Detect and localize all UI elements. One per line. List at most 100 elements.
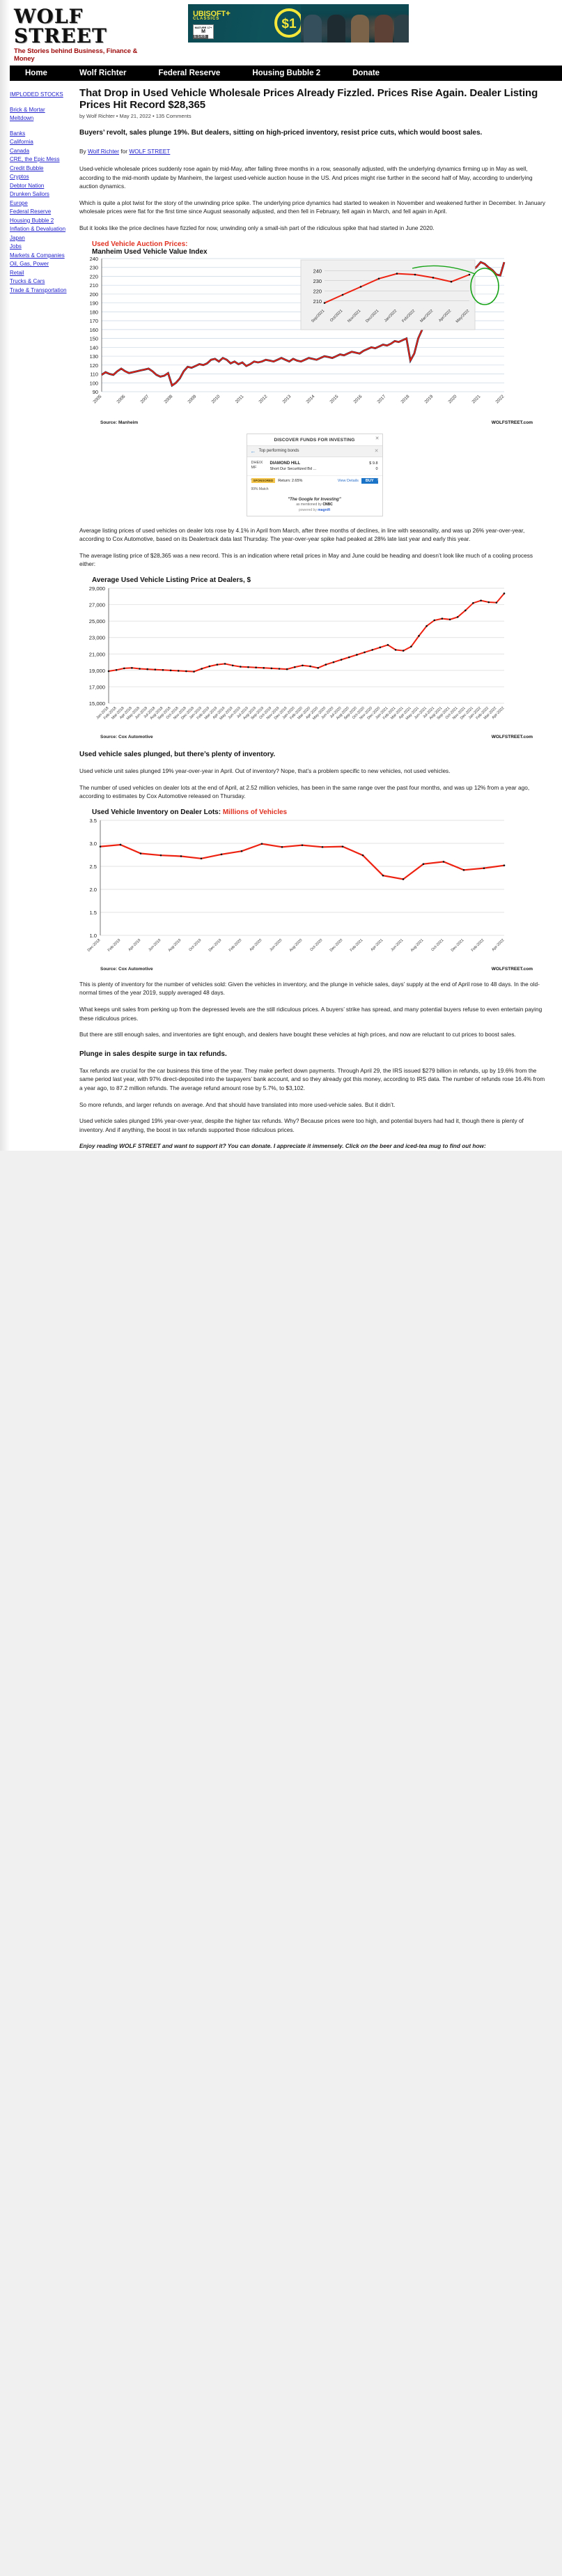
chart2-source: Source: Cox Automotive <box>100 735 153 740</box>
sidebar-item-cryptos[interactable]: Cryptos <box>10 173 70 182</box>
author-link[interactable]: Wolf Richter <box>88 148 119 155</box>
nav-item-home[interactable]: Home <box>25 69 47 77</box>
promo-filter-clear-icon[interactable]: ✕ <box>375 448 379 454</box>
promo-filter-row[interactable]: ← Top performing bonds ✕ <box>247 445 382 457</box>
promo-fund-ticker: DHEIX MF <box>251 461 267 470</box>
svg-text:2.0: 2.0 <box>89 887 97 893</box>
svg-text:150: 150 <box>90 335 98 342</box>
svg-text:210: 210 <box>90 282 98 289</box>
ad-banner[interactable]: UBISOFT+ CLASSICS MATURE 17+ M ESRB $1 <box>188 4 409 43</box>
sidebar-item-credit-bubble[interactable]: Credit Bubble <box>10 164 70 174</box>
promo-ticker-code: DHEIX <box>251 460 263 465</box>
nav-item-federal-reserve[interactable]: Federal Reserve <box>158 69 220 77</box>
article-paragraph: But there are still enough sales, and in… <box>79 1031 516 1038</box>
promo-return-label: Return: 2.65% <box>278 478 303 483</box>
article-paragraph: Tax refunds are crucial for the car busi… <box>79 1066 545 1091</box>
promo-powered-by: powered by magnifi <box>247 508 382 516</box>
promo-cnbc-logo: CNBC <box>322 502 333 507</box>
sidebar-item-markets-companies[interactable]: Markets & Companies <box>10 252 70 261</box>
article-paragraph: What keeps unit sales from perking up fr… <box>79 1006 543 1022</box>
sidebar-item-cre-the-epic-mess[interactable]: CRE, the Epic Mess <box>10 155 70 164</box>
article-paragraph: But it looks like the price declines hav… <box>79 224 435 232</box>
sidebar-item-banks[interactable]: Banks <box>10 130 70 139</box>
ad-price-badge: $1 <box>274 8 304 38</box>
nav-item-housing-bubble-2[interactable]: Housing Bubble 2 <box>252 69 320 77</box>
svg-text:2013: 2013 <box>281 394 292 404</box>
svg-text:23,000: 23,000 <box>89 635 105 641</box>
svg-text:19,000: 19,000 <box>89 668 105 674</box>
sidebar-item-federal-reserve[interactable]: Federal Reserve <box>10 208 70 217</box>
article-subheading: Plunge in sales despite surge in tax ref… <box>79 1050 227 1058</box>
sidebar-item-debtor-nation[interactable]: Debtor Nation <box>10 182 70 191</box>
svg-text:130: 130 <box>90 353 98 360</box>
svg-text:2019: 2019 <box>423 394 434 404</box>
promo-magnifi-logo: magnifi <box>318 507 331 512</box>
chart-avg-listing-price: Average Used Vehicle Listing Price at De… <box>79 576 549 739</box>
svg-text:Oct-2021: Oct-2021 <box>430 938 444 952</box>
article-paragraph: Which is quite a plot twist for the stor… <box>79 199 546 215</box>
sidebar-item-california[interactable]: California <box>10 138 70 147</box>
promo-attribution-prefix: as mentioned by <box>296 502 323 507</box>
article-paragraph: The number of used vehicles on dealer lo… <box>79 783 530 800</box>
sidebar-item-trucks-cars[interactable]: Trucks & Cars <box>10 277 70 286</box>
promo-price-sub: 0 <box>375 466 378 471</box>
svg-text:230: 230 <box>90 264 98 270</box>
ad-artwork <box>301 4 409 43</box>
promo-buy-button[interactable]: BUY <box>361 477 378 484</box>
svg-text:2007: 2007 <box>139 394 150 404</box>
sidebar-item-canada[interactable]: Canada <box>10 147 70 156</box>
back-arrow-icon[interactable]: ← <box>251 448 256 454</box>
site-brand[interactable]: WOLF STREET The Stories behind Business,… <box>10 4 149 63</box>
article-deck: Buyers’ revolt, sales plunge 19%. But de… <box>79 129 483 137</box>
svg-text:2018: 2018 <box>400 394 410 404</box>
nav-item-donate[interactable]: Donate <box>352 69 380 77</box>
promo-view-details-link[interactable]: View Details <box>338 479 359 483</box>
chart1-footer: Source: Manheim WOLFSTREET.com <box>79 420 549 425</box>
sidebar-item-meltdown[interactable]: Meltdown <box>10 114 70 123</box>
promo-close-icon[interactable]: ✕ <box>375 436 380 441</box>
svg-text:Dec-2018: Dec-2018 <box>87 938 102 953</box>
sidebar-item-jobs[interactable]: Jobs <box>10 243 70 252</box>
ad-rating-letter: M <box>201 29 205 34</box>
svg-text:120: 120 <box>90 362 98 368</box>
promo-prev-icon[interactable]: ‹ <box>251 476 253 482</box>
svg-text:2.5: 2.5 <box>89 864 97 870</box>
sidebar-item-japan[interactable]: Japan <box>10 234 70 243</box>
page-columns: IMPLODED STOCKS Brick & Mortar Meltdown … <box>10 81 562 1151</box>
ad-esrb-tag: ESRB <box>193 35 208 39</box>
sidebar-item-imploded-stocks[interactable]: IMPLODED STOCKS <box>10 91 70 100</box>
sidebar-item-oil-gas-power[interactable]: Oil, Gas, Power <box>10 260 70 269</box>
sidebar-item-europe[interactable]: Europe <box>10 199 70 208</box>
svg-text:1.0: 1.0 <box>89 933 97 939</box>
sidebar-item-retail[interactable]: Retail <box>10 269 70 278</box>
svg-text:Feb-2021: Feb-2021 <box>350 938 364 953</box>
promo-price-value: $ 9.8 <box>369 461 378 466</box>
svg-text:2014: 2014 <box>305 394 315 404</box>
nav-item-wolf-richter[interactable]: Wolf Richter <box>79 69 127 77</box>
chart3-title-main: Used Vehicle Inventory on Dealer Lots: <box>92 808 223 816</box>
sidebar-item-trade-transportation[interactable]: Trade & Transportation <box>10 286 70 296</box>
sidebar-item-housing-bubble-2[interactable]: Housing Bubble 2 <box>10 217 70 226</box>
svg-text:Feb-2022: Feb-2022 <box>471 938 485 953</box>
svg-text:Aug-2021: Aug-2021 <box>410 938 425 953</box>
promo-next-icon[interactable]: › <box>377 476 379 482</box>
sidebar-item-drunken-sailors[interactable]: Drunken Sailors <box>10 190 70 199</box>
svg-text:100: 100 <box>90 380 98 386</box>
publication-link[interactable]: WOLF STREET <box>129 148 170 155</box>
article-byline: by Wolf Richter • May 21, 2022 • 135 Com… <box>79 113 192 119</box>
svg-text:240: 240 <box>313 268 322 274</box>
investing-promo-card[interactable]: ✕ DISCOVER FUNDS FOR INVESTING ← Top per… <box>246 433 383 516</box>
svg-text:230: 230 <box>313 277 322 284</box>
promo-match-label: 99% Match <box>251 486 269 491</box>
chart2-svg: 15,000 17,000 19,000 21,000 23,000 25,000 27,0… <box>89 585 506 721</box>
promo-fund-info: DIAMOND HILL Short Dur Securitized Bd ..… <box>270 461 351 472</box>
promo-action-row[interactable]: SPONSORED Return: 2.65% View Details BUY <box>247 475 382 486</box>
sidebar-item-brick-and-mortar[interactable]: Brick & Mortar <box>10 106 70 115</box>
sidebar-item-inflation-devaluation[interactable]: Inflation & Devaluation <box>10 225 70 234</box>
promo-attribution: as mentioned by CNBC <box>247 503 382 508</box>
svg-text:Dec-2021: Dec-2021 <box>451 938 465 953</box>
main-navigation[interactable]: Home Wolf Richter Federal Reserve Housin… <box>10 66 562 81</box>
svg-text:1.5: 1.5 <box>89 910 97 916</box>
promo-fund-row[interactable]: DHEIX MF DIAMOND HILL Short Dur Securiti… <box>247 457 382 475</box>
